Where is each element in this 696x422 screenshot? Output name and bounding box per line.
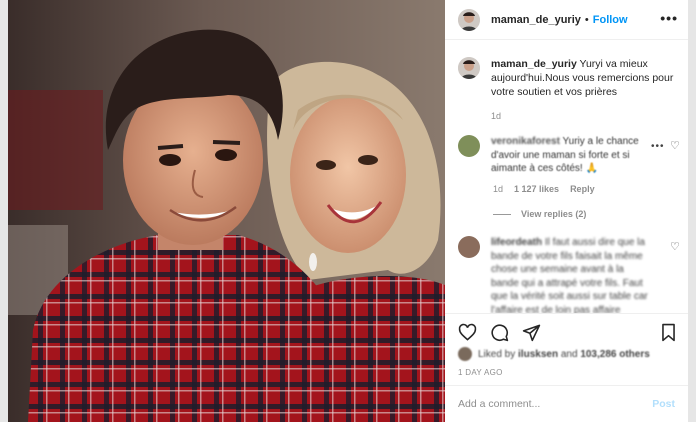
heart-icon[interactable] bbox=[457, 322, 477, 342]
comment-likes[interactable]: 1 127 likes bbox=[514, 184, 559, 194]
comment-username[interactable]: lifeordeath bbox=[491, 237, 542, 248]
caption: maman_de_yuriy Yuryi va mieux aujourd'hu… bbox=[458, 57, 681, 123]
post-button[interactable]: Post bbox=[652, 398, 675, 410]
liked-by-others[interactable]: 103,286 others bbox=[580, 349, 650, 360]
view-replies-button[interactable]: View replies (2) bbox=[493, 209, 586, 219]
reply-button[interactable]: Reply bbox=[570, 184, 595, 194]
avatar[interactable] bbox=[458, 8, 480, 31]
screen-edge-left bbox=[0, 0, 8, 422]
caption-avatar[interactable] bbox=[458, 57, 480, 79]
liked-by[interactable]: Liked by ilusksen and 103,286 others bbox=[458, 347, 650, 361]
post-actions: Liked by ilusksen and 103,286 others 1 D… bbox=[445, 313, 688, 383]
comment-like-heart-icon[interactable]: ♡ bbox=[670, 139, 680, 152]
bookmark-icon[interactable] bbox=[658, 322, 678, 342]
share-icon[interactable] bbox=[521, 322, 541, 342]
separator-dot: • bbox=[584, 13, 589, 26]
post-photo-illustration bbox=[8, 0, 445, 422]
post-photo[interactable] bbox=[8, 0, 445, 422]
comment-meta: 1d 1 127 likes Reply bbox=[493, 184, 595, 194]
comment-input[interactable] bbox=[458, 398, 653, 410]
post-side-panel: maman_de_yuriy • Follow ••• maman_de_yur… bbox=[445, 0, 688, 422]
list-item: lifeordeath Il faut aussi dire que la ba… bbox=[458, 236, 651, 313]
comment-options-icon[interactable]: ••• bbox=[651, 141, 665, 152]
comment-username[interactable]: veronikaforest bbox=[491, 136, 560, 147]
post-timestamp[interactable]: 1 DAY AGO bbox=[458, 368, 503, 377]
caption-age: 1d bbox=[491, 111, 502, 121]
comment-text: Il faut aussi dire que la bande de votre… bbox=[491, 237, 648, 313]
follow-button[interactable]: Follow bbox=[593, 14, 628, 26]
avatar bbox=[458, 347, 472, 361]
header-username[interactable]: maman_de_yuriy bbox=[491, 14, 581, 26]
liked-by-user[interactable]: ilusksen bbox=[518, 349, 558, 360]
add-comment-bar: Post bbox=[445, 385, 688, 422]
list-item: veronikaforest Yuriy a le chance d'avoir… bbox=[458, 135, 651, 176]
comments-list[interactable]: maman_de_yuriy Yuryi va mieux aujourd'hu… bbox=[445, 41, 688, 313]
comment-like-heart-icon[interactable]: ♡ bbox=[670, 240, 680, 253]
avatar[interactable] bbox=[458, 135, 480, 157]
avatar[interactable] bbox=[458, 236, 480, 258]
caption-username[interactable]: maman_de_yuriy bbox=[491, 58, 577, 70]
comment-age: 1d bbox=[493, 184, 504, 194]
liked-by-and: and bbox=[560, 348, 578, 360]
liked-by-prefix: Liked by bbox=[478, 348, 516, 360]
more-options-icon[interactable]: ••• bbox=[660, 10, 678, 26]
screen-edge-right bbox=[688, 0, 696, 422]
comment-icon[interactable] bbox=[489, 322, 509, 342]
divider bbox=[493, 213, 511, 215]
post-header: maman_de_yuriy • Follow ••• bbox=[445, 0, 688, 40]
view-replies-label: View replies (2) bbox=[521, 209, 587, 219]
